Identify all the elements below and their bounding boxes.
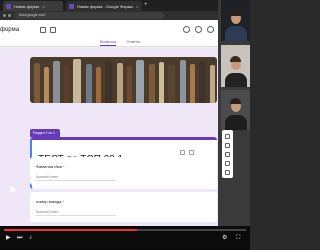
format-toolbar (180, 150, 194, 155)
short-answer-hint: Краткий ответ (36, 210, 59, 214)
short-answer-hint: Краткий ответ (36, 175, 59, 179)
preview-icon[interactable] (195, 26, 202, 33)
header-banner-image (30, 57, 217, 103)
more-icon[interactable] (189, 150, 194, 155)
back-icon[interactable] (3, 14, 6, 17)
volume-icon[interactable]: ♪ (29, 235, 32, 241)
palette-icon[interactable] (183, 26, 190, 33)
progress-bar[interactable] (4, 229, 246, 231)
settings-icon[interactable] (207, 26, 214, 33)
tab-responses[interactable]: Ответы (126, 39, 140, 46)
video-icon[interactable] (225, 170, 230, 175)
browser-tab-title: Новая форма - Google Формы (77, 3, 134, 9)
address-bar-row: docs.google.com (0, 11, 218, 20)
address-bar[interactable]: docs.google.com (14, 12, 164, 19)
question-card[interactable]: номер взвода * Краткий ответ (30, 192, 217, 222)
skip-icon[interactable]: ⏭ (17, 235, 22, 241)
progress-fill (4, 229, 138, 231)
browser-tab-bar: Новая форма × Новая форма - Google Формы… (0, 0, 218, 11)
participant-video-1 (221, 0, 250, 41)
header-icons (40, 27, 56, 33)
browser-tab-1[interactable]: Новая форма × (3, 1, 63, 11)
floating-toolbar (222, 130, 233, 178)
forms-favicon-icon (69, 3, 74, 9)
question-card[interactable]: Фамилия Имя * Краткий ответ (30, 157, 217, 185)
image-icon[interactable] (180, 150, 185, 155)
new-tab-icon[interactable]: + (144, 2, 148, 8)
answer-underline (36, 215, 116, 216)
settings-icon[interactable]: ⚙ (222, 235, 227, 241)
reload-icon[interactable] (8, 14, 11, 17)
address-url: docs.google.com (19, 13, 46, 17)
image-icon[interactable] (225, 161, 230, 166)
participant-video-3 (221, 90, 250, 130)
answer-underline (36, 180, 116, 181)
play-icon[interactable]: ▶ (6, 235, 11, 241)
forms-favicon-icon (6, 3, 11, 9)
add-question-icon[interactable] (225, 134, 230, 139)
fullscreen-icon[interactable]: ⛶ (236, 235, 240, 241)
header-actions (183, 26, 214, 33)
browser-tab-title: Новая форма (14, 3, 40, 9)
tab-questions[interactable]: Вопросы (100, 39, 117, 46)
title-text-icon[interactable] (225, 152, 230, 157)
question-label: Фамилия Имя * (36, 164, 65, 169)
video-player-controls: ▶ ⏭ ♪ ⚙ ⛶ (0, 226, 250, 250)
form-doc-title[interactable]: форма (0, 27, 19, 33)
question-label: номер взвода * (36, 199, 65, 204)
folder-icon[interactable] (40, 27, 46, 33)
forms-header: форма Вопросы Ответы (0, 20, 218, 47)
import-icon[interactable] (225, 143, 230, 148)
star-icon[interactable] (50, 27, 56, 33)
browser-tab-2[interactable]: Новая форма - Google Формы × (66, 1, 142, 11)
screen: Новая форма × Новая форма - Google Формы… (0, 0, 250, 250)
form-tabs: Вопросы Ответы (100, 39, 140, 46)
close-tab-icon[interactable]: × (42, 4, 44, 9)
section-chip: Раздел 1 из 1 (30, 129, 60, 137)
close-tab-icon[interactable]: × (136, 4, 138, 9)
browser-window: Новая форма × Новая форма - Google Формы… (0, 0, 218, 226)
participant-video-2 (221, 45, 250, 87)
